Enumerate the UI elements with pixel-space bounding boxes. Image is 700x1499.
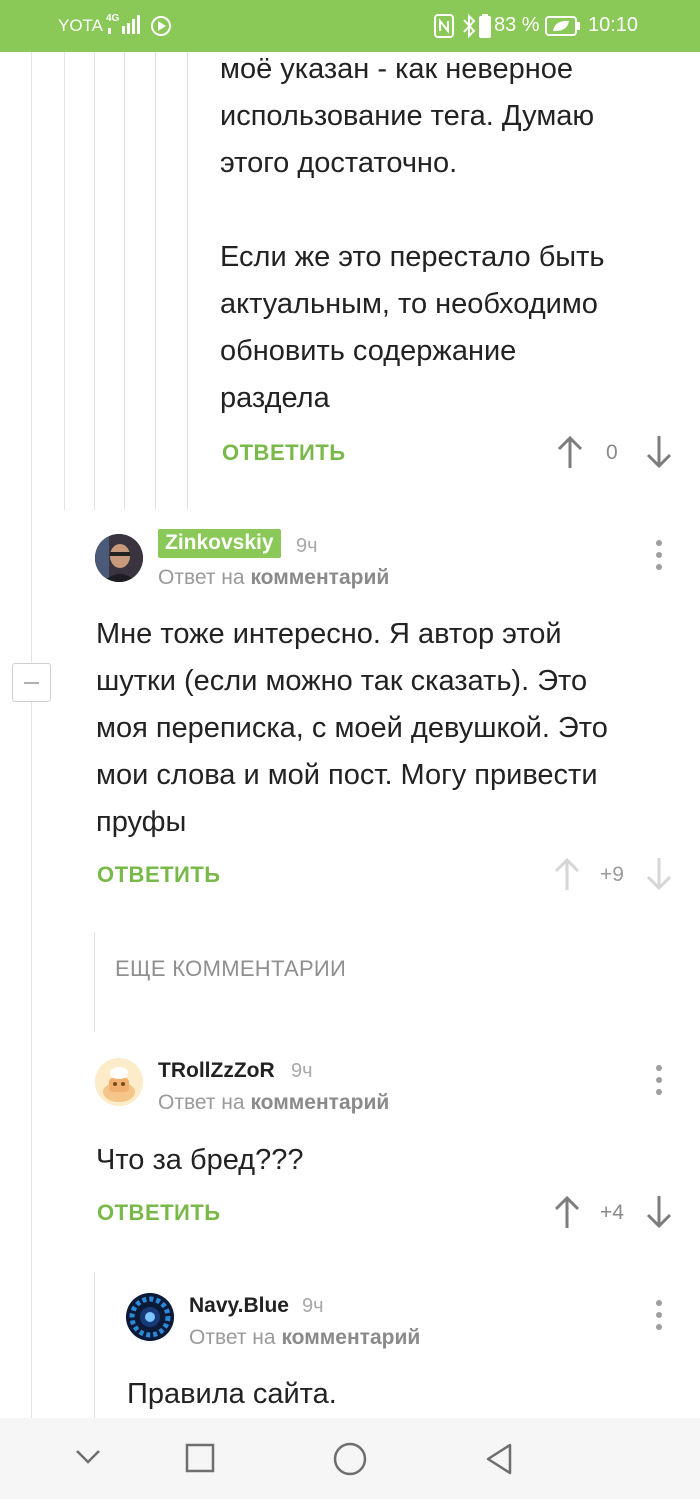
- comment-text-line: шутки (если можно так сказать). Это: [96, 665, 588, 697]
- avatar[interactable]: [95, 1058, 143, 1106]
- comment-text-line: обновить содержание: [220, 335, 517, 367]
- thread-line: [187, 52, 188, 510]
- comment-text-line: использование тега. Думаю: [220, 100, 595, 132]
- carrier-label: YOTA: [58, 16, 104, 35]
- triangle-back-icon[interactable]: [484, 1442, 514, 1476]
- reply-to-prefix: Ответ на: [189, 1326, 276, 1349]
- thread-line: [31, 701, 32, 1418]
- comment-text-line: Мне тоже интересно. Я автор этой: [96, 618, 562, 650]
- comment-rating: +4: [600, 1201, 624, 1224]
- comment-rating: 0: [606, 441, 618, 464]
- media-notification-icon: [151, 16, 171, 36]
- clock: 10:10: [588, 14, 639, 36]
- reply-to-label: Ответ на комментарий: [189, 1326, 420, 1350]
- thread-line: [31, 52, 32, 662]
- avatar-image: [95, 534, 143, 582]
- battery-icon: [479, 14, 491, 38]
- reply-to-prefix: Ответ на: [158, 1091, 245, 1114]
- arrow-up-icon[interactable]: [553, 856, 581, 892]
- avatar-image: [95, 1058, 143, 1106]
- comment-time: 9ч: [302, 1295, 324, 1317]
- reply-button[interactable]: ОТВЕТИТЬ: [97, 862, 221, 888]
- author-name[interactable]: TRollZzZoR: [158, 1059, 275, 1083]
- thread-line: [155, 52, 156, 510]
- thread-line: [64, 52, 65, 510]
- comment-text-line: Правила сайта.: [127, 1378, 337, 1410]
- reply-to-link[interactable]: комментарий: [281, 1326, 420, 1349]
- comment-text-line: актуальным, то необходимо: [220, 288, 598, 320]
- comment-body: Правила сайта.: [127, 1371, 667, 1418]
- minus-box-icon: [24, 682, 39, 684]
- more-comments-button[interactable]: ЕЩЕ КОММЕНТАРИИ: [115, 956, 346, 982]
- thread-line: [94, 1272, 95, 1418]
- avatar[interactable]: [126, 1293, 174, 1341]
- reply-button[interactable]: ОТВЕТИТЬ: [222, 440, 346, 466]
- signal-icon: [108, 15, 140, 34]
- arrow-down-icon[interactable]: [645, 856, 673, 892]
- comment-menu-button[interactable]: [655, 540, 663, 574]
- nfc-icon: [434, 14, 454, 38]
- comment-text-line: Если же это перестало быть: [220, 241, 605, 273]
- comment-text-line: моё указан - как неверное: [220, 53, 574, 85]
- comment-text-line: моя переписка, с моей девушкой. Это: [96, 712, 608, 744]
- arrow-down-icon[interactable]: [645, 434, 673, 470]
- reply-to-link[interactable]: комментарий: [250, 566, 389, 589]
- comment-menu-button[interactable]: [655, 1065, 663, 1099]
- author-name[interactable]: Zinkovskiy: [158, 529, 281, 558]
- chevron-down-icon[interactable]: [74, 1448, 102, 1466]
- comment-body: Что за бред???: [96, 1137, 676, 1184]
- thread-line: [94, 932, 95, 1032]
- comment-text-line: Что за бред???: [96, 1144, 304, 1176]
- avatar-image: [126, 1293, 174, 1341]
- arrow-up-icon[interactable]: [556, 434, 584, 470]
- arrow-down-icon[interactable]: [645, 1194, 673, 1230]
- comment-menu-button[interactable]: [655, 1300, 663, 1334]
- comment-text-line: [220, 187, 690, 234]
- reply-button[interactable]: ОТВЕТИТЬ: [97, 1200, 221, 1226]
- comment-text-line: мои слова и мой пост. Могу привести: [96, 759, 598, 791]
- comment-rating: +9: [600, 863, 624, 886]
- square-recent-icon[interactable]: [185, 1443, 215, 1473]
- comment-text-line: пруфы: [96, 806, 187, 838]
- comment-body: Мне тоже интересно. Я автор этой шутки (…: [96, 611, 696, 846]
- comment-body: моё указан - как неверное использование …: [220, 46, 690, 422]
- thread-line: [94, 52, 95, 510]
- battery-saver-icon: [545, 16, 580, 36]
- author-name[interactable]: Navy.Blue: [189, 1294, 289, 1318]
- reply-to-prefix: Ответ на: [158, 566, 245, 589]
- bluetooth-icon: [463, 13, 476, 39]
- comment-time: 9ч: [291, 1060, 313, 1082]
- avatar[interactable]: [95, 534, 143, 582]
- comment-time: 9ч: [296, 535, 318, 557]
- comment-text-line: этого достаточно.: [220, 147, 458, 179]
- comment-text-line: раздела: [220, 382, 330, 414]
- arrow-up-icon[interactable]: [553, 1194, 581, 1230]
- status-bar: YOTA 4G 83 % 10:10: [0, 0, 700, 52]
- reply-to-link[interactable]: комментарий: [250, 1091, 389, 1114]
- reply-to-label: Ответ на комментарий: [158, 566, 389, 590]
- battery-percent: 83 %: [494, 14, 540, 36]
- reply-to-label: Ответ на комментарий: [158, 1091, 389, 1115]
- collapse-thread-button[interactable]: [12, 663, 51, 702]
- circle-home-icon[interactable]: [333, 1442, 367, 1476]
- system-navigation-bar: [0, 1418, 700, 1499]
- thread-line: [124, 52, 125, 510]
